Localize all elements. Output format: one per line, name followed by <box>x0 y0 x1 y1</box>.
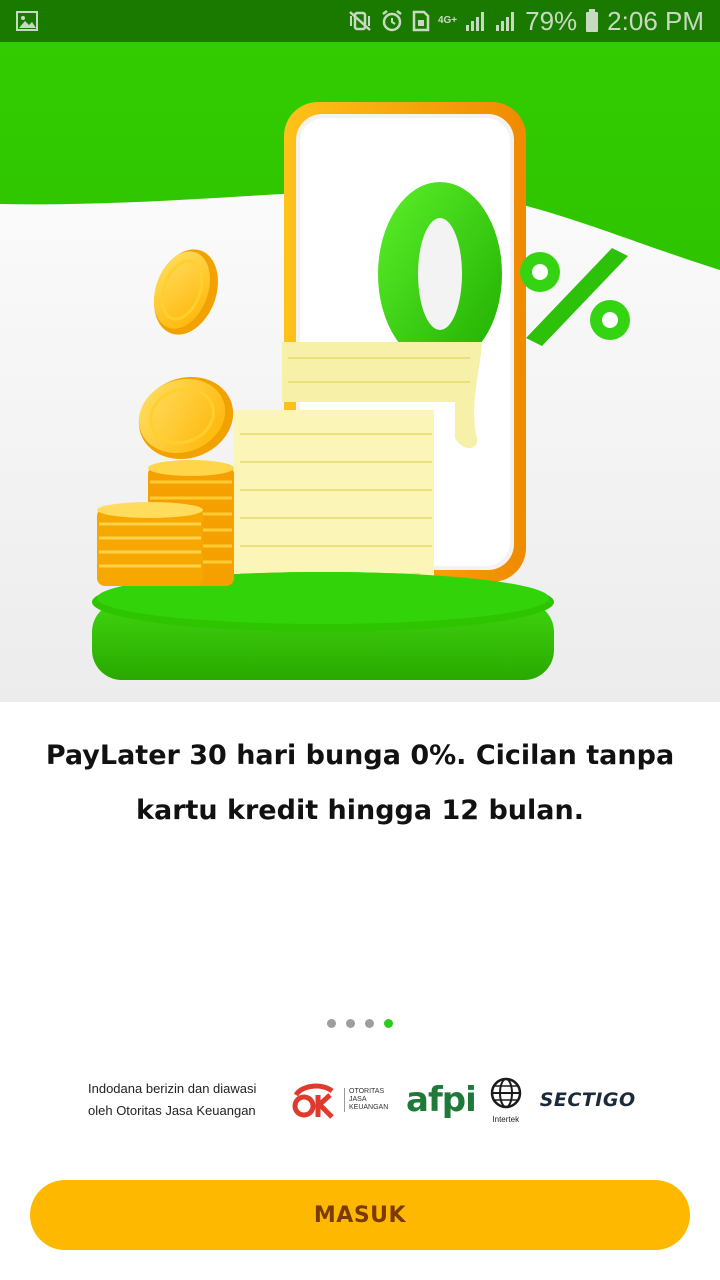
hero-illustration <box>0 42 720 702</box>
status-bar-right: 4G+ 79% 2:06 PM <box>348 6 704 37</box>
pager-dot-1[interactable] <box>327 1019 336 1028</box>
masuk-button[interactable]: MASUK <box>30 1180 690 1250</box>
ojk-logo-mark <box>292 1081 340 1119</box>
status-bar-left <box>16 11 38 31</box>
intertek-logo: Intertek <box>490 1077 522 1124</box>
pager-indicator <box>0 1019 720 1028</box>
sim-card-icon <box>412 10 430 32</box>
battery-percent: 79% <box>525 5 578 36</box>
ojk-logo: OTORITAS JASA KEUANGAN <box>292 1081 390 1119</box>
intertek-label: Intertek <box>492 1114 520 1124</box>
pager-dot-3[interactable] <box>365 1019 374 1028</box>
regulation-text: Indodana berizin dan diawasi oleh Otorit… <box>88 1081 257 1118</box>
regulator-strip: Indodana berizin dan diawasi oleh Otorit… <box>88 1075 648 1125</box>
ojk-caption: OTORITAS JASA KEUANGAN <box>344 1088 390 1112</box>
alarm-icon <box>380 9 404 33</box>
battery-icon <box>585 9 599 33</box>
pager-dot-4-active[interactable] <box>384 1019 393 1028</box>
network-type-label: 4G+ <box>437 15 458 26</box>
signal-strength-icon <box>465 10 487 32</box>
status-bar: 4G+ 79% 2:06 PM <box>0 0 720 42</box>
afpi-logo: afpi <box>406 1080 477 1120</box>
pager-dot-2[interactable] <box>346 1019 355 1028</box>
podium-graphic <box>92 572 554 680</box>
globe-icon <box>490 1077 522 1114</box>
vibrate-mute-icon <box>348 10 372 32</box>
signal-strength-icon-sim2 <box>495 10 517 32</box>
paylater-illustration <box>0 42 720 702</box>
image-notification-icon <box>16 11 38 31</box>
onboarding-headline: PayLater 30 hari bunga 0%. Cicilan tanpa… <box>45 740 675 826</box>
coin-stack-short <box>97 502 203 586</box>
sectigo-logo: SECTIGO <box>539 1089 636 1111</box>
clock-time: 2:06 PM <box>607 5 704 36</box>
onboarding-screen: 4G+ 79% 2:06 PM PayLater 30 hari bunga 0… <box>0 0 720 1280</box>
